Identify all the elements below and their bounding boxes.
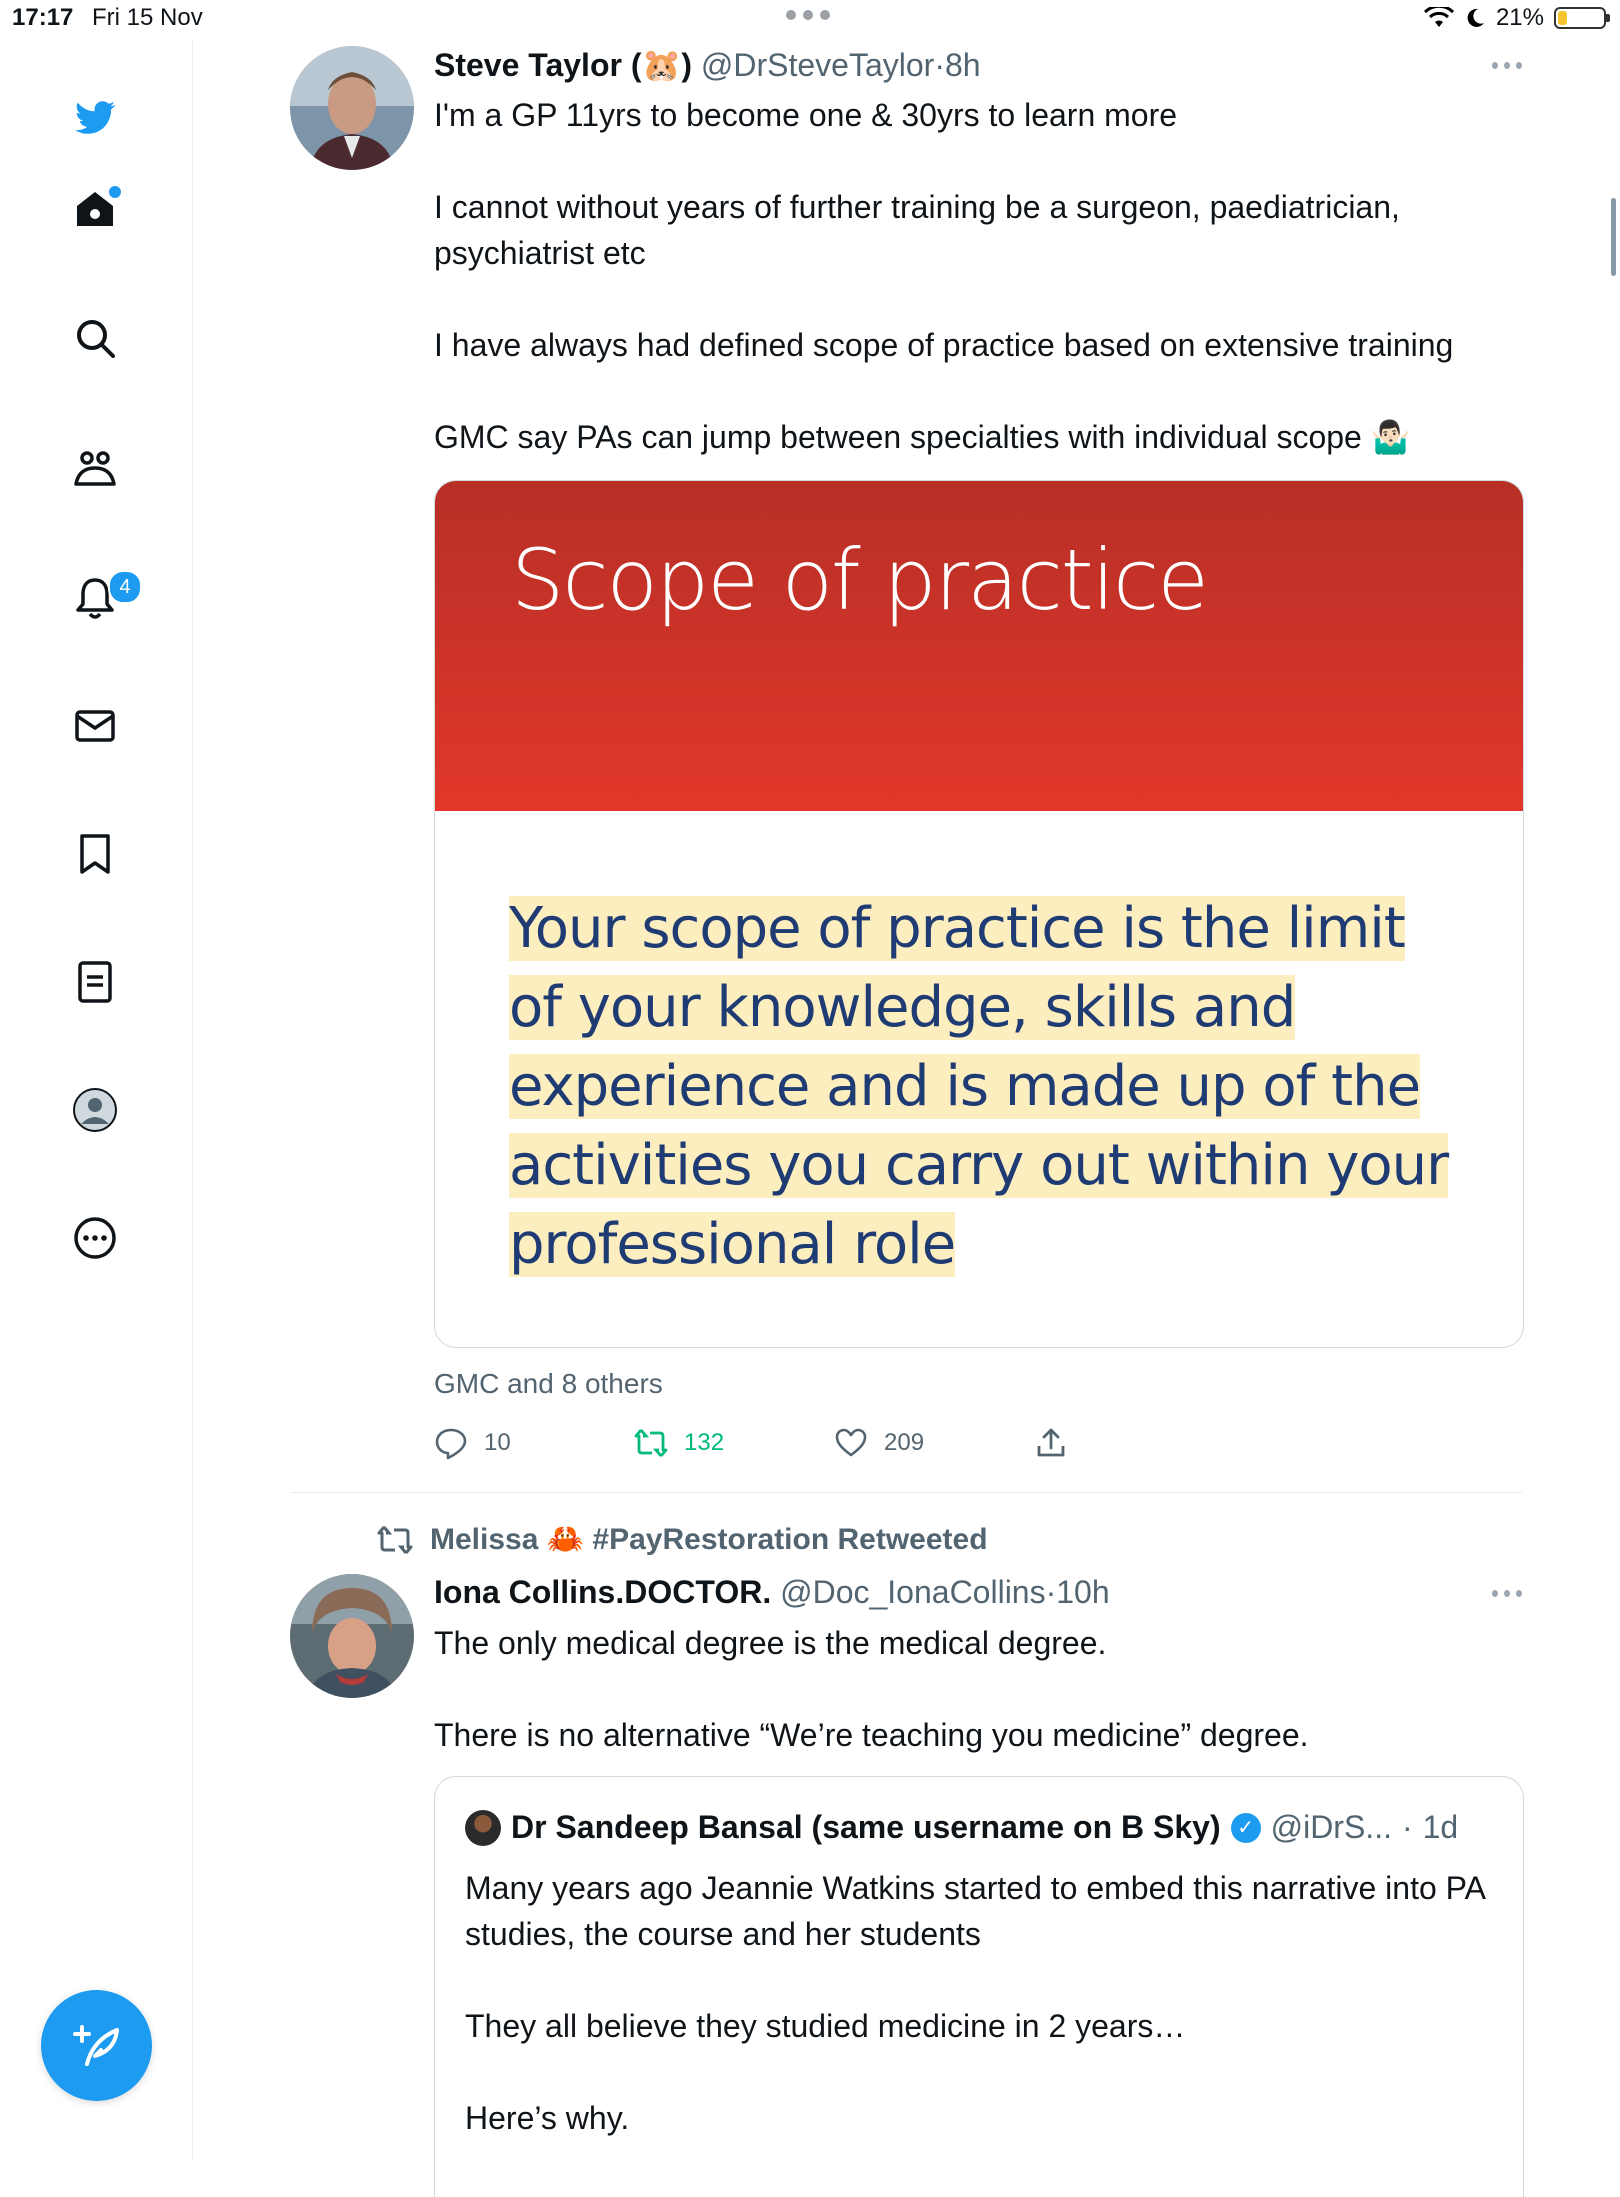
- unread-dot: [109, 186, 121, 198]
- media-quote: Your scope of practice is the limit of y…: [509, 889, 1459, 1284]
- scrollbar[interactable]: [1611, 198, 1616, 276]
- share-icon: [1037, 1428, 1065, 1457]
- multitasking-dots-icon[interactable]: [786, 10, 834, 22]
- quoted-author-name: Dr Sandeep Bansal (same username on B Sk…: [511, 1809, 1221, 1845]
- quoted-avatar[interactable]: [465, 1809, 501, 1846]
- author-name-end: ): [681, 47, 692, 83]
- lists-icon[interactable]: [65, 952, 125, 1012]
- timestamp[interactable]: 8h: [945, 47, 981, 83]
- status-date: Fri 15 Nov: [92, 4, 203, 31]
- tweet-line: I have always had defined scope of pract…: [434, 327, 1454, 363]
- media-banner: Scope of practice: [435, 481, 1523, 811]
- search-icon[interactable]: [65, 308, 125, 368]
- tweet-media-image[interactable]: Scope of practice Your scope of practice…: [434, 480, 1524, 1348]
- hamster-emoji: 🐹: [641, 47, 682, 83]
- tweet-text: I'm a GP 11yrs to become one & 30yrs to …: [434, 92, 1514, 460]
- more-icon[interactable]: [65, 1208, 125, 1268]
- tweet-divider: [290, 1492, 1522, 1493]
- reply-count: 10: [484, 1429, 511, 1456]
- more-options-icon[interactable]: [1492, 1590, 1522, 1600]
- more-options-icon[interactable]: [1492, 62, 1522, 72]
- bookmarks-icon[interactable]: [65, 824, 125, 884]
- status-bar: 17:17 Fri 15 Nov 21%: [0, 0, 1620, 40]
- reply-button[interactable]: 10: [434, 1426, 511, 1460]
- tweet-actions: 10 132 209: [434, 1426, 1074, 1466]
- twitter-logo-icon[interactable]: [65, 88, 125, 148]
- retweet-icon: [377, 1525, 413, 1554]
- author-handle[interactable]: @Doc_IonaCollins: [780, 1574, 1046, 1610]
- quoted-tweet-header: Dr Sandeep Bansal (same username on B Sk…: [465, 1809, 1458, 1846]
- separator: ·: [934, 47, 945, 83]
- tweet-line: GMC say PAs can jump between specialties…: [434, 419, 1411, 455]
- share-button[interactable]: [1034, 1426, 1068, 1460]
- quoted-timestamp: 1d: [1422, 1809, 1459, 1845]
- like-count: 209: [884, 1429, 925, 1456]
- media-title: Scope of practice: [511, 531, 1209, 629]
- wifi-icon: [1423, 7, 1454, 27]
- tweet-line: The only medical degree is the medical d…: [434, 1625, 1107, 1661]
- quoted-author-handle: @iDrS...: [1270, 1809, 1392, 1845]
- notifications-icon[interactable]: 4: [65, 568, 142, 628]
- status-time: 17:17: [12, 4, 74, 31]
- quoted-tweet[interactable]: Dr Sandeep Bansal (same username on B Sk…: [434, 1776, 1524, 2197]
- quoted-line: Here’s why.: [465, 2100, 630, 2136]
- retweet-count: 132: [684, 1429, 725, 1456]
- compose-tweet-button[interactable]: [41, 1990, 152, 2101]
- retweet-icon: [634, 1429, 668, 1457]
- sidebar: 4: [0, 40, 193, 2160]
- tagged-users[interactable]: GMC and 8 others: [434, 1368, 663, 1400]
- messages-icon[interactable]: [65, 696, 125, 756]
- author-name[interactable]: Steve Taylor (: [434, 47, 641, 83]
- verified-badge-icon: ✓: [1230, 1812, 1261, 1843]
- quoted-line: They all believe they studied medicine i…: [465, 2008, 1186, 2044]
- retweet-button[interactable]: 132: [634, 1426, 724, 1460]
- avatar[interactable]: [290, 1574, 414, 1698]
- avatar[interactable]: [290, 46, 414, 170]
- tweet-line: I'm a GP 11yrs to become one & 30yrs to …: [434, 97, 1178, 133]
- profile-icon[interactable]: [65, 1080, 125, 1140]
- author-name[interactable]: Iona Collins.DOCTOR.: [434, 1574, 771, 1610]
- retweeted-by-text: Melissa 🦀 #PayRestoration Retweeted: [430, 1523, 988, 1556]
- notifications-badge: 4: [108, 570, 142, 604]
- quoted-tweet-text: Many years ago Jeannie Watkins started t…: [465, 1865, 1495, 2141]
- home-icon[interactable]: [65, 180, 125, 240]
- feather-plus-icon: [72, 2024, 119, 2066]
- battery-icon: [1554, 7, 1610, 29]
- author-handle[interactable]: @DrSteveTaylor: [701, 47, 934, 83]
- tweet-header: Iona Collins.DOCTOR. @Doc_IonaCollins·10…: [434, 1574, 1110, 1611]
- tweet-line: There is no alternative “We’re teaching …: [434, 1717, 1309, 1753]
- media-quote-text: Your scope of practice is the limit of y…: [509, 896, 1449, 1277]
- like-button[interactable]: 209: [834, 1426, 924, 1460]
- separator: ·: [1401, 1809, 1413, 1845]
- tweet-header: Steve Taylor (🐹) @DrSteveTaylor·8h: [434, 46, 981, 84]
- separator: ·: [1045, 1574, 1057, 1610]
- tweet-line: I cannot without years of further traini…: [434, 189, 1400, 271]
- heart-icon: [835, 1428, 867, 1457]
- moon-icon: [1467, 8, 1484, 27]
- retweeted-by[interactable]: Melissa 🦀 #PayRestoration Retweeted: [376, 1522, 988, 1557]
- status-right: 21%: [1423, 4, 1610, 32]
- reply-icon: [435, 1428, 467, 1460]
- battery-percent: 21%: [1495, 4, 1544, 31]
- tweet-text: The only medical degree is the medical d…: [434, 1620, 1514, 1758]
- quoted-line: Many years ago Jeannie Watkins started t…: [465, 1870, 1485, 1952]
- timestamp[interactable]: 10h: [1056, 1574, 1109, 1610]
- communities-icon[interactable]: [65, 438, 125, 498]
